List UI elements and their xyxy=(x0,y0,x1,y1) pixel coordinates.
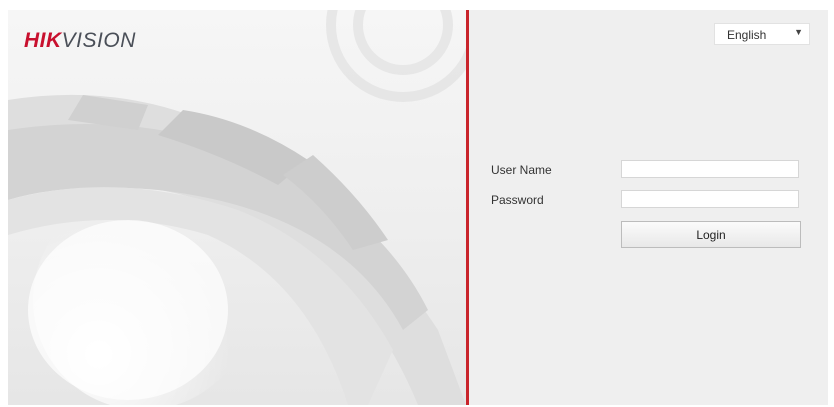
logo-text-vision: VISION xyxy=(61,29,136,52)
username-input[interactable] xyxy=(621,160,799,178)
login-panel: English ▼ User Name Password Login xyxy=(469,10,828,405)
language-selected-value: English xyxy=(727,28,767,42)
logo-text-hik: HIK xyxy=(24,29,62,52)
artwork-panel: HIKVISION xyxy=(8,10,466,405)
login-button[interactable]: Login xyxy=(621,221,801,248)
chevron-down-icon: ▼ xyxy=(794,27,803,37)
language-select[interactable]: English ▼ xyxy=(714,23,810,45)
password-input[interactable] xyxy=(621,190,799,208)
hikvision-logo: HIKVISION xyxy=(24,30,136,51)
decorative-arc-artwork xyxy=(8,10,466,405)
username-label: User Name xyxy=(491,163,552,177)
password-label: Password xyxy=(491,193,544,207)
login-page: HIKVISION English ▼ User Name Password L… xyxy=(8,10,828,405)
